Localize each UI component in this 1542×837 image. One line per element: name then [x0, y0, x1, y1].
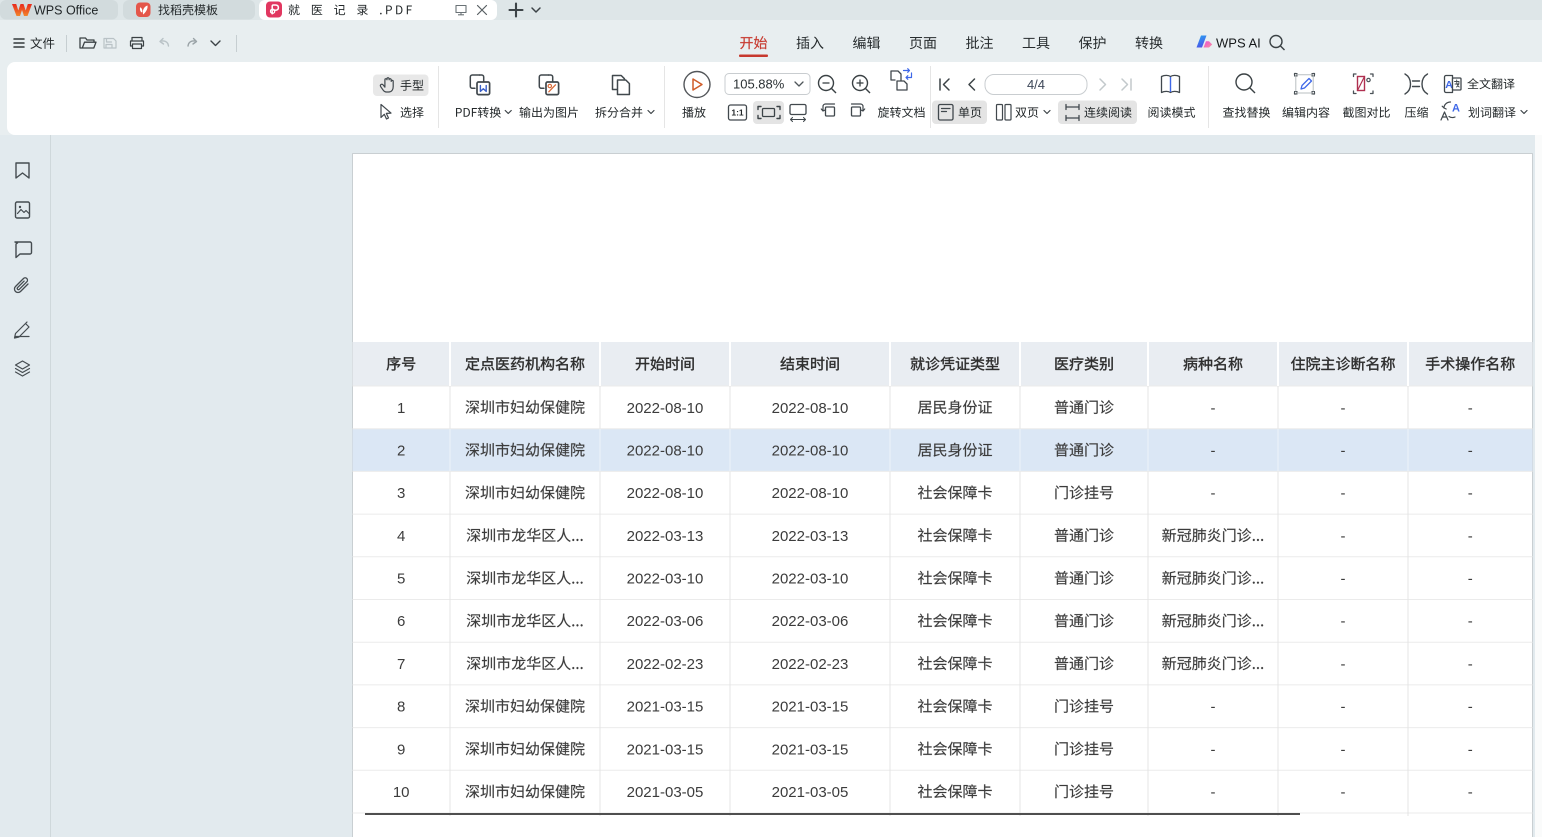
svg-text:105.88%: 105.88% — [733, 77, 785, 92]
svg-text:WPS Office: WPS Office — [34, 4, 98, 18]
svg-text:2022-08-10: 2022-08-10 — [627, 400, 704, 417]
svg-text:-: - — [1468, 528, 1473, 545]
svg-text:2021-03-05: 2021-03-05 — [772, 784, 849, 801]
svg-text:2021-03-15: 2021-03-15 — [772, 741, 849, 758]
svg-text:9: 9 — [397, 741, 405, 758]
svg-text:-: - — [1341, 528, 1346, 545]
svg-text:4: 4 — [397, 528, 405, 545]
svg-text:8: 8 — [397, 699, 405, 716]
svg-text:2022-08-10: 2022-08-10 — [627, 485, 704, 502]
svg-text:2022-08-10: 2022-08-10 — [772, 485, 849, 502]
svg-text:3: 3 — [397, 485, 405, 502]
svg-text:2022-03-06: 2022-03-06 — [772, 613, 849, 630]
svg-text:-: - — [1211, 699, 1216, 716]
svg-text:2021-03-15: 2021-03-15 — [627, 741, 704, 758]
svg-text:2022-08-10: 2022-08-10 — [772, 400, 849, 417]
svg-text:-: - — [1211, 485, 1216, 502]
svg-text:2022-03-06: 2022-03-06 — [627, 613, 704, 630]
svg-text:-: - — [1341, 400, 1346, 417]
svg-text:-: - — [1211, 784, 1216, 801]
svg-text:-: - — [1341, 485, 1346, 502]
svg-text:2021-03-15: 2021-03-15 — [772, 699, 849, 716]
svg-text:-: - — [1468, 485, 1473, 502]
svg-text:-: - — [1211, 442, 1216, 459]
svg-text:-: - — [1341, 613, 1346, 630]
svg-text:2022-03-13: 2022-03-13 — [772, 528, 849, 545]
svg-text:1:1: 1:1 — [731, 108, 744, 118]
svg-text:-: - — [1468, 699, 1473, 716]
svg-text:-: - — [1341, 784, 1346, 801]
svg-text:-: - — [1468, 571, 1473, 588]
svg-text:4/4: 4/4 — [1027, 77, 1045, 92]
svg-text:10: 10 — [393, 784, 410, 801]
svg-text:2022-03-13: 2022-03-13 — [627, 528, 704, 545]
svg-text:-: - — [1341, 571, 1346, 588]
svg-text:-: - — [1341, 699, 1346, 716]
svg-text:2022-03-10: 2022-03-10 — [772, 571, 849, 588]
svg-text:2021-03-05: 2021-03-05 — [627, 784, 704, 801]
svg-text:-: - — [1211, 400, 1216, 417]
svg-text:6: 6 — [397, 613, 405, 630]
svg-text:2: 2 — [397, 442, 405, 459]
svg-text:-: - — [1468, 741, 1473, 758]
svg-text:A: A — [1452, 103, 1460, 115]
svg-text:2022-02-23: 2022-02-23 — [627, 656, 704, 673]
svg-text:-: - — [1341, 442, 1346, 459]
svg-text:2022-08-10: 2022-08-10 — [772, 442, 849, 459]
svg-text:2021-03-15: 2021-03-15 — [627, 699, 704, 716]
svg-text:WPS AI: WPS AI — [1216, 36, 1261, 51]
svg-text:2022-02-23: 2022-02-23 — [772, 656, 849, 673]
svg-text:1: 1 — [397, 400, 405, 417]
svg-text:2022-03-10: 2022-03-10 — [627, 571, 704, 588]
svg-text:-: - — [1468, 784, 1473, 801]
svg-text:2022-08-10: 2022-08-10 — [627, 442, 704, 459]
svg-text:7: 7 — [397, 656, 405, 673]
svg-text:-: - — [1468, 656, 1473, 673]
svg-text:-: - — [1341, 741, 1346, 758]
svg-text:-: - — [1468, 442, 1473, 459]
svg-text:5: 5 — [397, 571, 405, 588]
svg-text:-: - — [1468, 613, 1473, 630]
svg-text:-: - — [1468, 400, 1473, 417]
svg-text:-: - — [1341, 656, 1346, 673]
svg-text:-: - — [1211, 741, 1216, 758]
